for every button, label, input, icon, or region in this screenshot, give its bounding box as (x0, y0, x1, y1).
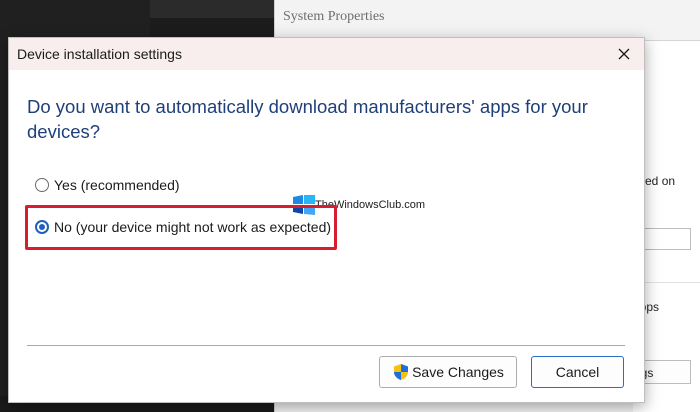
dialog-titlebar: Device installation settings (9, 38, 644, 70)
close-icon (618, 48, 630, 60)
uac-shield-icon (394, 364, 409, 380)
footer-divider (27, 345, 625, 346)
cancel-button[interactable]: Cancel (531, 356, 624, 388)
dialog-question: Do you want to automatically download ma… (27, 96, 588, 142)
highlight-annotation (25, 205, 337, 250)
dialog-title: Device installation settings (17, 46, 182, 62)
save-changes-label: Save Changes (412, 364, 504, 380)
close-button[interactable] (604, 38, 644, 70)
radio-yes[interactable] (35, 178, 49, 192)
system-properties-title: System Properties (283, 9, 385, 24)
cancel-label: Cancel (555, 364, 600, 380)
option-yes[interactable]: Yes (recommended) (35, 177, 180, 193)
desktop-band (150, 0, 274, 18)
desktop-band (150, 18, 274, 38)
save-changes-button[interactable]: Save Changes (379, 356, 517, 388)
option-yes-label: Yes (recommended) (54, 177, 180, 193)
device-installation-dialog: Device installation settings Do you want… (8, 37, 645, 403)
